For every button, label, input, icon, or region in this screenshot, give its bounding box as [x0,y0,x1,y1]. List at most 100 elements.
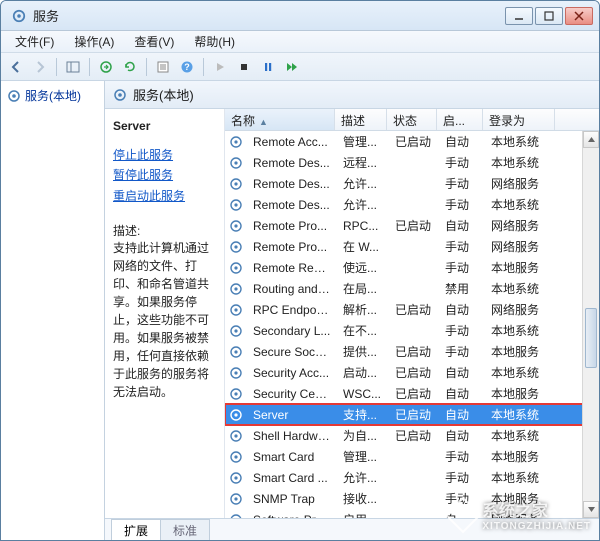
gear-icon [229,282,243,296]
col-start-header[interactable]: 启... [437,109,483,130]
cell-status: 已启动 [389,385,439,402]
gear-icon [229,345,243,359]
cell-desc: 管理... [337,133,389,150]
cell-login: 本地系统 [485,427,557,444]
service-row[interactable]: Remote Pro...RPC...已启动自动网络服务 [225,215,599,236]
scroll-track[interactable] [583,148,599,501]
cell-name: Remote Regi... [247,261,337,275]
gear-icon [229,408,243,422]
selected-service-name: Server [113,119,216,133]
watermark: 系统之家 XITONGZHIJIA.NET [450,497,591,532]
cell-desc: 允许... [337,196,389,213]
service-row[interactable]: Security Acc...启动...已启动自动本地系统 [225,362,599,383]
gear-icon [113,88,127,102]
service-row[interactable]: RPC Endpoin...解析...已启动自动网络服务 [225,299,599,320]
cell-status: 已启动 [389,406,439,423]
sub-header: 服务(本地) [105,81,599,109]
cell-start: 手动 [439,196,485,213]
gear-icon [229,450,243,464]
service-row[interactable]: Remote Pro...在 W...手动网络服务 [225,236,599,257]
cell-name: Secure Sock... [247,345,337,359]
service-row[interactable]: Shell Hardwa...为自...已启动自动本地系统 [225,425,599,446]
tab-standard[interactable]: 标准 [160,519,210,540]
scroll-up-button[interactable] [583,131,599,148]
service-row[interactable]: Remote Regi...使远...手动本地服务 [225,257,599,278]
stop-service-button[interactable] [233,56,255,78]
cell-status: 已启动 [389,343,439,360]
cell-start: 自动 [439,217,485,234]
cell-name: Remote Des... [247,156,337,170]
service-row[interactable]: Routing and ...在局...禁用本地系统 [225,278,599,299]
help-button[interactable]: ? [176,56,198,78]
col-status-header[interactable]: 状态 [387,109,437,130]
list-body[interactable]: Remote Acc...管理...已启动自动本地系统Remote Des...… [225,131,599,518]
close-button[interactable] [565,7,593,25]
cell-desc: 启用... [337,511,389,518]
titlebar[interactable]: 服务 [1,1,599,31]
gear-icon [229,177,243,191]
cell-name: Routing and ... [247,282,337,296]
svg-text:?: ? [184,62,190,72]
start-service-button[interactable] [209,56,231,78]
export-button[interactable] [95,56,117,78]
show-hide-tree-button[interactable] [62,56,84,78]
cell-desc: 允许... [337,469,389,486]
cell-login: 本地服务 [485,343,557,360]
gear-icon [229,387,243,401]
cell-status: 已启动 [389,217,439,234]
gear-icon [7,89,21,103]
sort-asc-icon: ▲ [259,117,268,127]
gear-icon [229,156,243,170]
cell-login: 网络服务 [485,301,557,318]
maximize-button[interactable] [535,7,563,25]
cell-name: RPC Endpoin... [247,303,337,317]
gear-icon [229,471,243,485]
col-name-header[interactable]: 名称▲ [225,109,335,130]
cell-start: 手动 [439,238,485,255]
cell-login: 本地系统 [485,364,557,381]
pause-service-link[interactable]: 暂停此服务 [113,165,216,185]
cell-desc: 为自... [337,427,389,444]
stop-service-link[interactable]: 停止此服务 [113,145,216,165]
restart-service-link[interactable]: 重启动此服务 [113,186,216,206]
cell-start: 手动 [439,448,485,465]
service-row[interactable]: Remote Des...允许...手动网络服务 [225,173,599,194]
service-row[interactable]: Secondary L...在不...手动本地系统 [225,320,599,341]
cell-start: 禁用 [439,280,485,297]
service-row[interactable]: Smart Card管理...手动本地服务 [225,446,599,467]
menu-help[interactable]: 帮助(H) [184,31,245,52]
vertical-scrollbar[interactable] [582,131,599,518]
service-row[interactable]: Server支持...已启动自动本地系统 [225,404,599,425]
cell-start: 自动 [439,385,485,402]
service-row[interactable]: Remote Des...允许...手动本地系统 [225,194,599,215]
service-row[interactable]: Secure Sock...提供...已启动手动本地服务 [225,341,599,362]
menu-view[interactable]: 查看(V) [124,31,184,52]
cell-desc: 支持... [337,406,389,423]
refresh-button[interactable] [119,56,141,78]
service-row[interactable]: Remote Acc...管理...已启动自动本地系统 [225,131,599,152]
pause-service-button[interactable] [257,56,279,78]
col-login-header[interactable]: 登录为 [483,109,555,130]
service-row[interactable]: Security Cent...WSC...已启动自动本地服务 [225,383,599,404]
menu-file[interactable]: 文件(F) [5,31,64,52]
restart-service-button[interactable] [281,56,303,78]
tab-extended[interactable]: 扩展 [111,519,161,540]
cell-name: Remote Acc... [247,135,337,149]
minimize-button[interactable] [505,7,533,25]
menu-action[interactable]: 操作(A) [64,31,124,52]
cell-name: Security Cent... [247,387,337,401]
cell-name: Smart Card [247,450,337,464]
scroll-thumb[interactable] [585,308,597,368]
description-text: 支持此计算机通过网络的文件、打印、和命名管道共享。如果服务停止，这些功能不可用。… [113,239,216,401]
cell-start: 手动 [439,259,485,276]
tree-root-item[interactable]: 服务(本地) [3,85,102,106]
col-desc-header[interactable]: 描述 [335,109,387,130]
properties-button[interactable] [152,56,174,78]
service-row[interactable]: Remote Des...远程...手动本地系统 [225,152,599,173]
tree-pane: 服务(本地) [1,81,105,540]
back-button[interactable] [5,56,27,78]
description-label: 描述: [113,222,216,239]
forward-button[interactable] [29,56,51,78]
service-row[interactable]: Smart Card ...允许...手动本地系统 [225,467,599,488]
cell-desc: 远程... [337,154,389,171]
